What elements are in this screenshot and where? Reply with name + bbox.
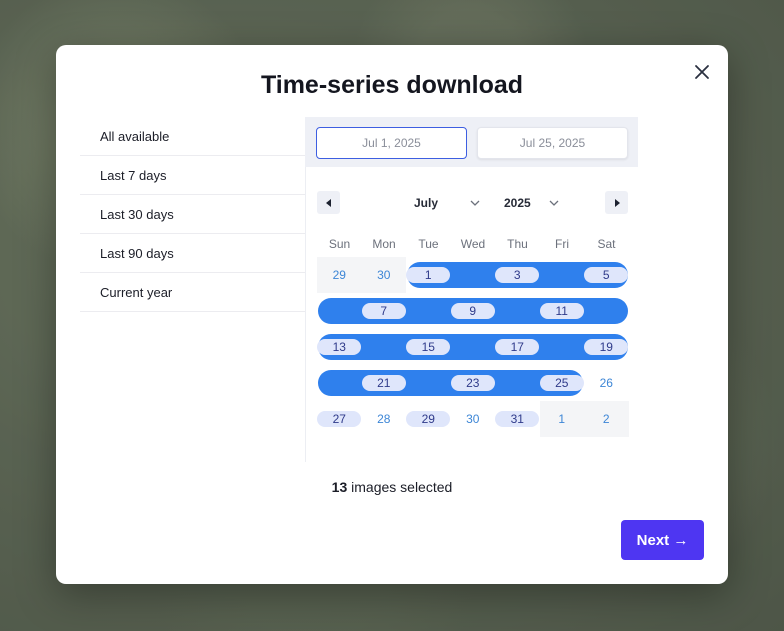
image-available-marker: 13 bbox=[317, 339, 362, 355]
image-available-marker: 7 bbox=[361, 303, 406, 319]
previous-month-button[interactable] bbox=[317, 191, 340, 214]
weekday-tue: Tue bbox=[418, 237, 439, 251]
calendar-day-with-image[interactable]: 15 bbox=[406, 329, 451, 365]
weekday-wed: Wed bbox=[460, 237, 486, 251]
download-dialog: Time-series download All available Last … bbox=[56, 45, 728, 584]
weekday-sat: Sat bbox=[597, 237, 616, 251]
calendar-day[interactable]: 10 bbox=[495, 293, 540, 329]
dialog-title: Time-series download bbox=[260, 71, 524, 99]
calendar-day[interactable]: 20 bbox=[317, 365, 362, 401]
calendar-day[interactable]: 16 bbox=[451, 329, 496, 365]
chevron-down-icon bbox=[470, 200, 480, 206]
chevron-down-icon bbox=[549, 200, 559, 206]
selected-count: 13 bbox=[331, 479, 348, 495]
calendar-day[interactable]: 28 bbox=[362, 401, 407, 437]
calendar-day-with-image[interactable]: 25 bbox=[539, 365, 585, 401]
caret-right-icon bbox=[614, 198, 620, 207]
image-available-marker: 3 bbox=[495, 267, 540, 283]
end-date-input[interactable] bbox=[477, 127, 628, 159]
preset-list: All available Last 7 days Last 30 days L… bbox=[80, 117, 305, 312]
calendar-grid: July 2025 SunMonTueWedThuFriSat293012345… bbox=[305, 167, 638, 462]
calendar-day[interactable]: 1 bbox=[539, 401, 584, 437]
calendar-day-with-image[interactable]: 5 bbox=[584, 257, 629, 293]
image-available-marker: 21 bbox=[361, 375, 406, 391]
calendar-day[interactable]: 2 bbox=[584, 401, 629, 437]
calendar-day-with-image[interactable]: 3 bbox=[495, 257, 540, 293]
image-available-marker: 5 bbox=[584, 267, 629, 283]
calendar-day[interactable]: 12 bbox=[584, 293, 629, 329]
image-available-marker: 27 bbox=[317, 411, 362, 427]
year-value: 2025 bbox=[504, 195, 531, 210]
image-available-marker: 1 bbox=[406, 267, 451, 283]
weekday-thu: Thu bbox=[507, 237, 528, 251]
calendar-day-with-image[interactable]: 11 bbox=[539, 293, 585, 329]
preset-all-available[interactable]: All available bbox=[80, 117, 305, 156]
preset-last-30-days[interactable]: Last 30 days bbox=[80, 195, 305, 234]
preset-current-year[interactable]: Current year bbox=[80, 273, 305, 312]
image-available-marker: 19 bbox=[584, 339, 629, 355]
calendar-day[interactable]: 30 bbox=[451, 401, 496, 437]
date-range-picker: July 2025 SunMonTueWedThuFriSat293012345… bbox=[305, 117, 638, 462]
calendar-day[interactable]: 14 bbox=[362, 329, 407, 365]
image-available-marker: 15 bbox=[406, 339, 451, 355]
calendar-day-with-image[interactable]: 23 bbox=[450, 365, 496, 401]
image-available-marker: 23 bbox=[450, 375, 495, 391]
range-inputs bbox=[305, 117, 638, 167]
calendar-day[interactable]: 6 bbox=[317, 293, 362, 329]
calendar-day-with-image[interactable]: 1 bbox=[406, 257, 451, 293]
image-available-marker: 11 bbox=[539, 303, 584, 319]
next-button[interactable]: Next → bbox=[621, 520, 704, 560]
calendar-day[interactable]: 26 bbox=[584, 365, 629, 401]
calendar-day-with-image[interactable]: 9 bbox=[450, 293, 496, 329]
weekday-sun: Sun bbox=[328, 237, 351, 251]
calendar-day-with-image[interactable]: 21 bbox=[361, 365, 407, 401]
caret-left-icon bbox=[325, 198, 331, 207]
calendar-day-with-image[interactable]: 13 bbox=[317, 329, 362, 365]
calendar-day[interactable]: 2 bbox=[451, 257, 496, 293]
calendar-day-with-image[interactable]: 31 bbox=[495, 401, 540, 437]
calendar-day[interactable]: 18 bbox=[540, 329, 585, 365]
selection-summary: 13 images selected bbox=[56, 479, 728, 495]
image-available-marker: 25 bbox=[539, 375, 584, 391]
preset-last-7-days[interactable]: Last 7 days bbox=[80, 156, 305, 195]
image-available-marker: 9 bbox=[450, 303, 495, 319]
image-available-marker: 17 bbox=[495, 339, 540, 355]
next-month-button[interactable] bbox=[605, 191, 628, 214]
calendar-day[interactable]: 29 bbox=[317, 257, 362, 293]
calendar-day[interactable]: 4 bbox=[540, 257, 585, 293]
image-available-marker: 29 bbox=[406, 411, 451, 427]
calendar-day[interactable]: 24 bbox=[495, 365, 540, 401]
weekday-mon: Mon bbox=[372, 237, 396, 251]
calendar-day-with-image[interactable]: 17 bbox=[495, 329, 540, 365]
calendar-day-with-image[interactable]: 29 bbox=[406, 401, 451, 437]
year-select[interactable]: 2025 bbox=[504, 191, 559, 214]
month-select[interactable]: July bbox=[414, 191, 480, 214]
image-available-marker: 31 bbox=[495, 411, 540, 427]
weekday-fri: Fri bbox=[555, 237, 569, 251]
calendar-day[interactable]: 30 bbox=[361, 257, 406, 293]
selected-label: images selected bbox=[347, 479, 453, 495]
calendar-day-with-image[interactable]: 27 bbox=[317, 401, 362, 437]
close-icon[interactable] bbox=[692, 62, 712, 82]
start-date-input[interactable] bbox=[316, 127, 467, 159]
calendar-day[interactable]: 8 bbox=[406, 293, 451, 329]
month-value: July bbox=[414, 195, 439, 210]
preset-last-90-days[interactable]: Last 90 days bbox=[80, 234, 305, 273]
calendar-day[interactable]: 22 bbox=[406, 365, 451, 401]
calendar-day-with-image[interactable]: 19 bbox=[584, 329, 629, 365]
calendar-day-with-image[interactable]: 7 bbox=[361, 293, 407, 329]
